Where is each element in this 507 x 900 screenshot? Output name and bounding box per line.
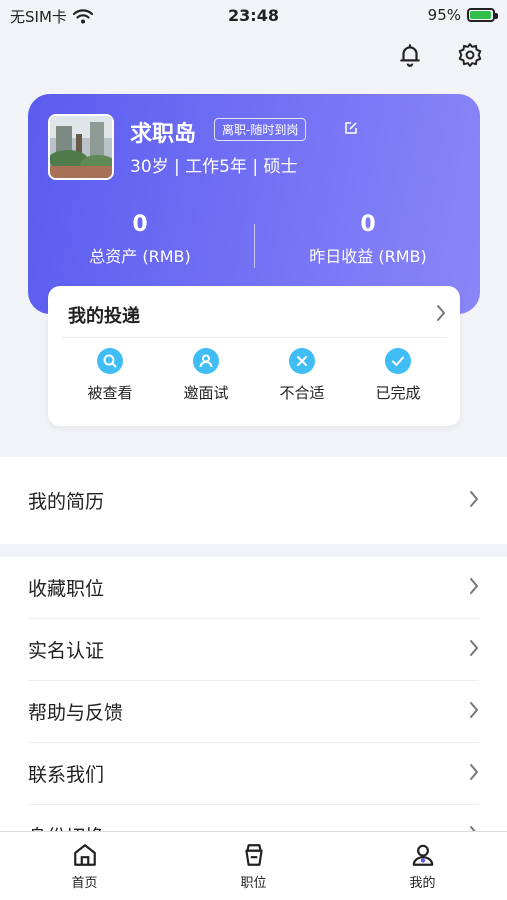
status-bar: 无SIM卡 23:48 95% (0, 0, 507, 32)
delivery-title[interactable]: 我的投递 (68, 302, 140, 328)
chevron-right-icon (470, 702, 478, 718)
profile-name: 求职岛 (130, 122, 197, 147)
profile-meta: 30岁 | 工作5年 | 硕士 (130, 157, 298, 177)
tab-bar: 首页 职位 我的 (0, 831, 507, 900)
status-right: 95% (427, 6, 498, 24)
tab-label: 我的 (409, 876, 436, 891)
divider (62, 337, 446, 338)
profile-card[interactable]: 求职岛 离职-随时到岗 30岁 | 工作5年 | 硕士 0 总资产 (RMB) … (28, 94, 480, 314)
menu-item-label: 实名认证 (28, 640, 105, 662)
chevron-right-icon (470, 491, 478, 507)
search-icon (97, 348, 123, 374)
stat-value: 0 (132, 212, 148, 237)
menu-item-favorites[interactable]: 收藏职位 (28, 557, 479, 619)
menu-item-label: 联系我们 (28, 764, 105, 786)
edit-icon[interactable] (344, 121, 358, 135)
delivery-item-label: 被查看 (87, 384, 133, 402)
bell-icon (400, 44, 420, 67)
gear-icon (458, 43, 482, 67)
check-icon (385, 348, 411, 374)
user-icon (412, 844, 433, 866)
stat-total-assets[interactable]: 0 总资产 (RMB) (40, 212, 240, 267)
tab-label: 首页 (71, 876, 98, 891)
stat-divider (254, 224, 255, 268)
menu-item-label: 帮助与反馈 (28, 702, 124, 724)
battery-fill (470, 11, 491, 19)
stat-label: 总资产 (RMB) (89, 247, 191, 266)
menu-item-switch-identity[interactable]: 身份切换 (28, 805, 479, 833)
menu-item-contact[interactable]: 联系我们 (28, 743, 479, 805)
menu-list: 收藏职位 实名认证 帮助与反馈 联系我们 身份切换 (0, 557, 507, 833)
delivery-interview[interactable]: 邀面试 (161, 348, 251, 403)
chevron-right-icon (470, 640, 478, 656)
tab-jobs[interactable]: 职位 (169, 832, 338, 900)
stat-value: 0 (360, 212, 376, 237)
close-icon (289, 348, 315, 374)
header-actions (395, 40, 485, 70)
tab-label: 职位 (240, 876, 267, 891)
notification-button[interactable] (395, 40, 425, 70)
delivery-item-label: 已完成 (375, 384, 421, 402)
delivery-unsuitable[interactable]: 不合适 (257, 348, 347, 403)
tab-mine[interactable]: 我的 (338, 832, 507, 900)
person-icon (193, 348, 219, 374)
menu-item-label: 收藏职位 (28, 578, 105, 600)
stat-yesterday-income[interactable]: 0 昨日收益 (RMB) (268, 212, 468, 267)
avatar-image (50, 116, 112, 178)
tab-home[interactable]: 首页 (0, 832, 169, 900)
briefcase-icon (244, 844, 263, 866)
delivery-completed[interactable]: 已完成 (353, 348, 443, 403)
settings-button[interactable] (455, 40, 485, 70)
avatar[interactable] (48, 114, 114, 180)
chevron-right-icon[interactable] (436, 304, 446, 322)
delivery-viewed[interactable]: 被查看 (65, 348, 155, 403)
delivery-status-list: 被查看 邀面试 不合适 已完成 (48, 348, 460, 403)
job-status-badge: 离职-随时到岗 (214, 118, 307, 141)
home-icon (73, 844, 96, 866)
menu-item-resume[interactable]: 我的简历 (28, 457, 479, 544)
resume-section: 我的简历 (0, 457, 507, 544)
delivery-card: 我的投递 被查看 邀面试 不合适 已完成 (48, 286, 460, 426)
battery-percent: 95% (427, 6, 461, 24)
chevron-right-icon (470, 578, 478, 594)
menu-item-label: 我的简历 (28, 491, 105, 513)
stat-label: 昨日收益 (RMB) (309, 247, 427, 266)
battery-icon (467, 8, 498, 22)
chevron-right-icon (470, 764, 478, 780)
menu-item-verification[interactable]: 实名认证 (28, 619, 479, 681)
menu-item-help[interactable]: 帮助与反馈 (28, 681, 479, 743)
delivery-item-label: 不合适 (279, 384, 325, 402)
delivery-item-label: 邀面试 (183, 384, 229, 402)
